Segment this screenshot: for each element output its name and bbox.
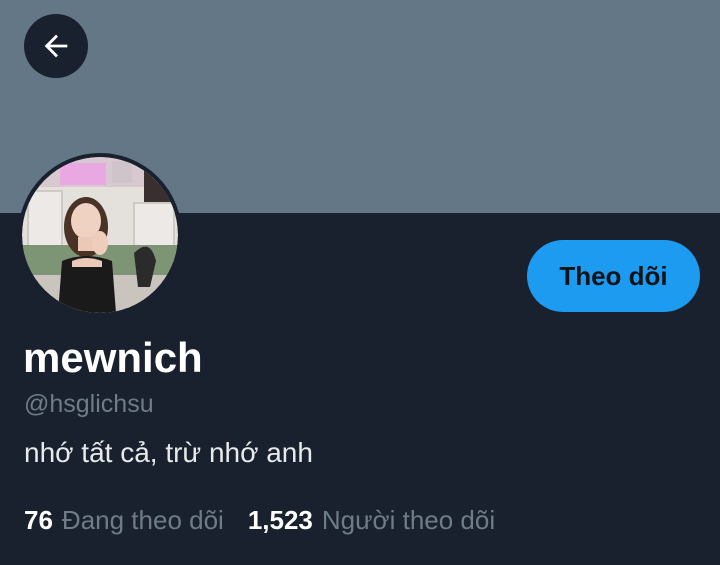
back-button[interactable] xyxy=(24,14,88,78)
followers-label: Người theo dõi xyxy=(321,505,496,535)
profile-photo xyxy=(22,157,178,313)
followers-count: 1,523 xyxy=(247,505,313,535)
following-count: 76 xyxy=(24,505,53,535)
display-name: mewnich xyxy=(23,334,203,381)
following-label: Đang theo dõi xyxy=(61,505,224,535)
profile-bio: nhớ tất cả, trừ nhớ anh xyxy=(24,437,313,468)
following-link[interactable]: 76 Đang theo dõi xyxy=(24,504,224,536)
arrow-left-icon xyxy=(44,34,68,58)
avatar[interactable] xyxy=(18,153,182,317)
username-handle: @hsglichsu xyxy=(24,390,154,418)
followers-link[interactable]: 1,523 Người theo dõi xyxy=(248,504,495,536)
follow-button[interactable]: Theo dõi xyxy=(527,240,700,312)
follow-stats: 76 Đang theo dõi 1,523 Người theo dõi xyxy=(24,504,495,536)
